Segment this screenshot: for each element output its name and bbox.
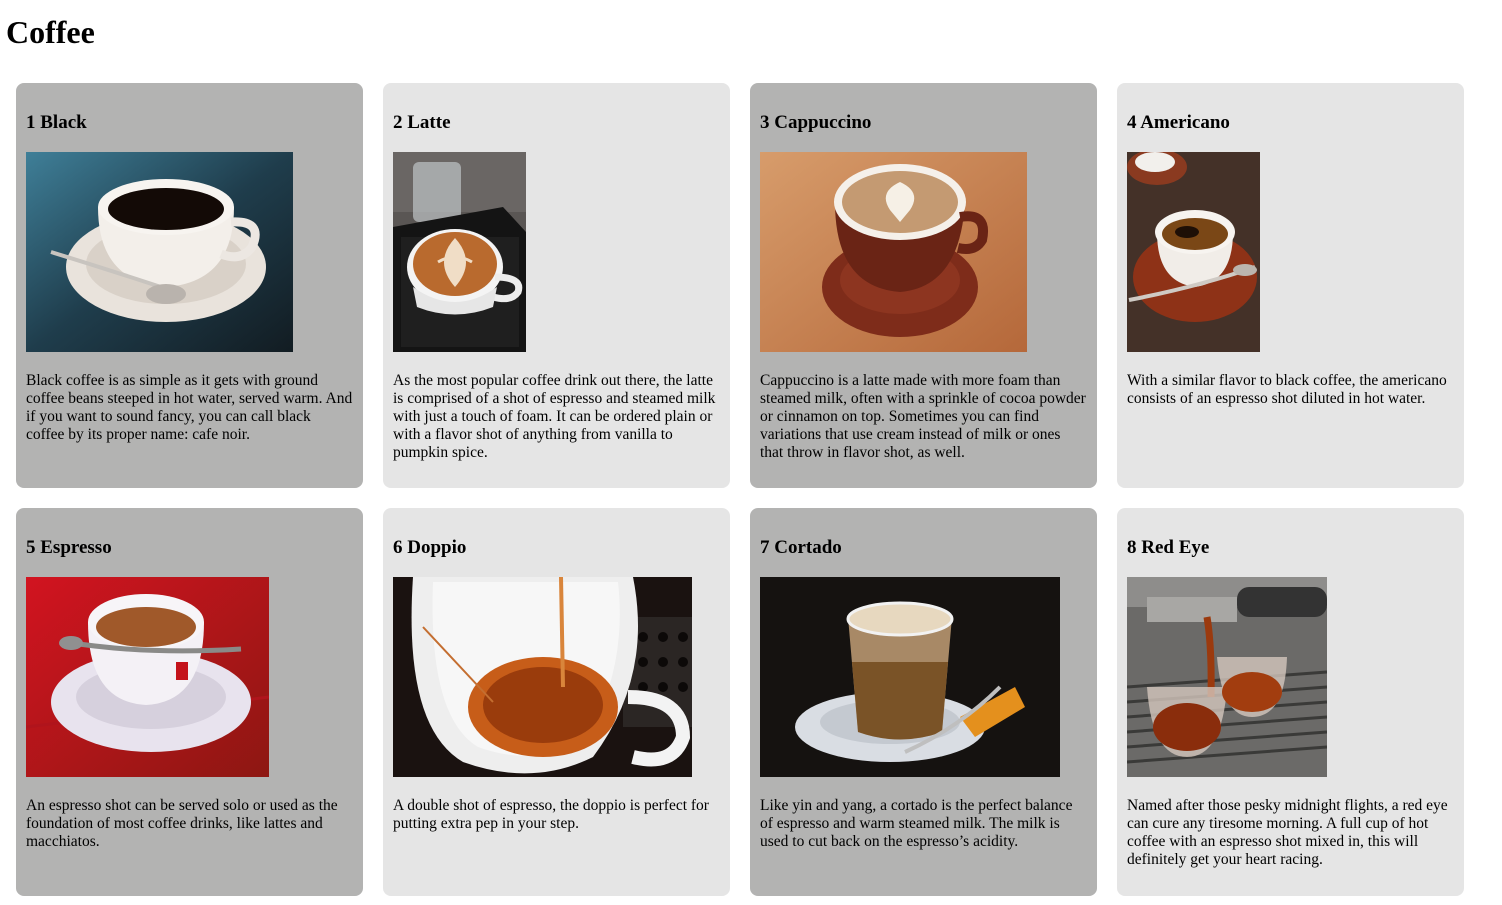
black-coffee-cup-icon bbox=[26, 152, 293, 352]
card-title: 6 Doppio bbox=[393, 537, 467, 558]
cortado-glass-icon bbox=[760, 577, 1060, 777]
red-eye-machine-icon bbox=[1127, 577, 1327, 777]
americano-cup-icon bbox=[1127, 152, 1260, 352]
coffee-card-cappuccino: 3 Cappuccino Cappuccino is a latte made … bbox=[750, 83, 1097, 488]
coffee-card-americano: 4 Americano With a similar flavor to bla… bbox=[1117, 83, 1464, 488]
coffee-card-espresso: 5 Espresso An espresso shot can be serve… bbox=[16, 508, 363, 896]
card-description: A double shot of espresso, the doppio is… bbox=[393, 797, 709, 832]
card-description: With a similar flavor to black coffee, t… bbox=[1127, 372, 1447, 407]
card-description: Cappuccino is a latte made with more foa… bbox=[760, 372, 1086, 461]
coffee-card-doppio: 6 Doppio A double shot of espresso, the bbox=[383, 508, 730, 896]
coffee-card-latte: 2 Latte As the most popular coffee drink… bbox=[383, 83, 730, 488]
card-description: Named after those pesky midnight flights… bbox=[1127, 797, 1448, 868]
card-title: 2 Latte bbox=[393, 112, 451, 133]
card-title: 8 Red Eye bbox=[1127, 537, 1210, 558]
coffee-card-black: 1 Black Black coffee is as simple as it … bbox=[16, 83, 363, 488]
latte-art-cup-icon bbox=[393, 152, 526, 352]
page-title: Coffee bbox=[6, 14, 95, 50]
cappuccino-cup-icon bbox=[760, 152, 1027, 352]
card-title: 4 Americano bbox=[1127, 112, 1230, 133]
doppio-pour-icon bbox=[393, 577, 692, 777]
card-title: 1 Black bbox=[26, 112, 87, 133]
card-title: 5 Espresso bbox=[26, 537, 112, 558]
coffee-card-red-eye: 8 Red Eye Named after those pesky midnig bbox=[1117, 508, 1464, 896]
espresso-cup-icon bbox=[26, 577, 269, 777]
coffee-card-cortado: 7 Cortado Like yin and yang, a cortado i… bbox=[750, 508, 1097, 896]
card-title: 7 Cortado bbox=[760, 537, 842, 558]
card-title: 3 Cappuccino bbox=[760, 112, 872, 133]
card-description: Like yin and yang, a cortado is the perf… bbox=[760, 797, 1073, 850]
card-description: An espresso shot can be served solo or u… bbox=[26, 797, 338, 850]
card-description: Black coffee is as simple as it gets wit… bbox=[26, 372, 353, 443]
coffee-grid: 1 Black Black coffee is as simple as it … bbox=[16, 83, 1465, 896]
card-description: As the most popular coffee drink out the… bbox=[393, 372, 716, 461]
